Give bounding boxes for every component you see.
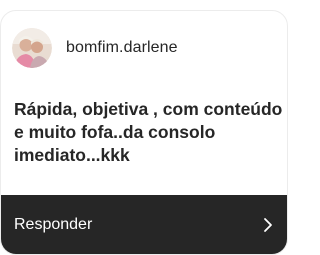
chevron-right-icon: [264, 217, 272, 232]
username[interactable]: bomfim.darlene: [66, 39, 178, 57]
comment-card: bomfim.darlene Rápida, objetiva , com co…: [0, 10, 288, 255]
reply-label: Responder: [14, 215, 93, 233]
reply-button[interactable]: Responder: [1, 195, 287, 254]
comment-header: bomfim.darlene: [12, 28, 178, 68]
avatar[interactable]: [12, 28, 52, 68]
comment-text: Rápida, objetiva , com conteúdo e muito …: [14, 99, 283, 165]
